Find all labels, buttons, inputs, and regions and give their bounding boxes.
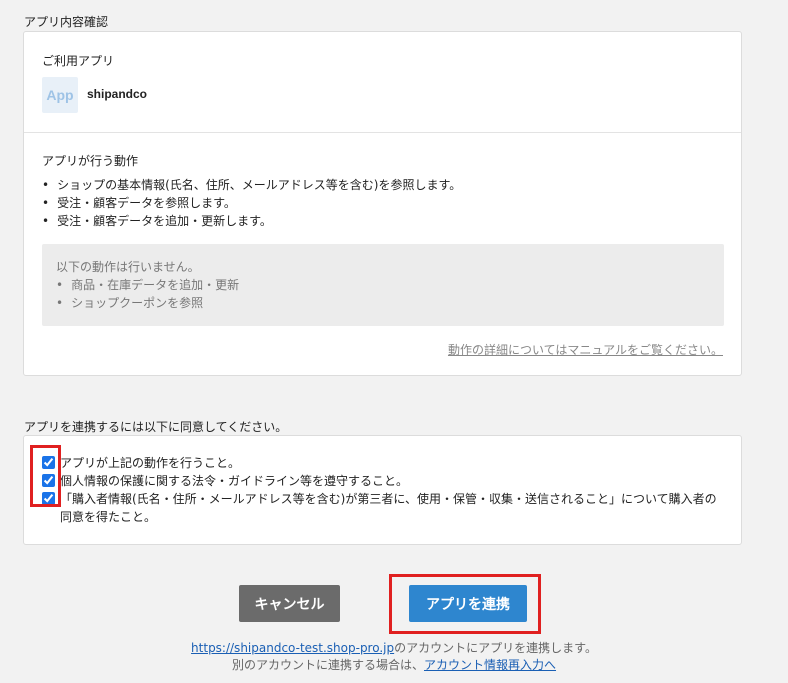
list-item: ショップの基本情報(氏名、住所、メールアドレス等を含む)を参照します。 — [42, 176, 461, 194]
agree-text-1: アプリが上記の動作を行うこと。 — [60, 456, 241, 470]
highlight-box-checkboxes — [30, 445, 61, 507]
manual-link[interactable]: 動作の詳細についてはマニュアルをご覧ください。 — [448, 341, 723, 358]
app-label: ご利用アプリ — [42, 54, 115, 68]
list-item: 受注・顧客データを追加・更新します。 — [42, 212, 461, 230]
not-performed-title: 以下の動作は行いません。 — [56, 260, 200, 274]
app-info-top: ご利用アプリ App shipandco — [24, 32, 741, 133]
not-performed-box: 以下の動作は行いません。 商品・在庫データを追加・更新 ショップクーポンを参照 — [42, 244, 724, 326]
section-title-app-confirm: アプリ内容確認 — [24, 15, 109, 29]
action-list: ショップの基本情報(氏名、住所、メールアドレス等を含む)を参照します。 受注・顧… — [42, 176, 461, 230]
reenter-account-link[interactable]: アカウント情報再入力へ — [424, 658, 556, 672]
highlight-box-link-button — [389, 574, 541, 634]
list-item: 商品・在庫データを追加・更新 — [56, 276, 710, 294]
footer-other-line: 別のアカウントに連携する場合は、アカウント情報再入力へ — [0, 656, 788, 673]
footer-account-line: https://shipandco-test.shop-pro.jpのアカウント… — [0, 639, 788, 656]
agree-text-3: 「購入者情報(氏名・住所・メールアドレス等を含む)が第三者に、使用・保管・収集・… — [60, 492, 717, 524]
list-item: 受注・顧客データを参照します。 — [42, 194, 461, 212]
app-icon: App — [42, 77, 78, 113]
agree-item-2[interactable]: 個人情報の保護に関する法令・ガイドライン等を遵守すること。 — [42, 472, 722, 490]
agree-item-3[interactable]: 「購入者情報(氏名・住所・メールアドレス等を含む)が第三者に、使用・保管・収集・… — [42, 490, 722, 526]
agreement-card: アプリが上記の動作を行うこと。 個人情報の保護に関する法令・ガイドライン等を遵守… — [23, 435, 742, 545]
app-info-card: ご利用アプリ App shipandco アプリが行う動作 ショップの基本情報(… — [23, 31, 742, 376]
account-url-link[interactable]: https://shipandco-test.shop-pro.jp — [191, 641, 394, 655]
cancel-button[interactable]: キャンセル — [239, 585, 340, 622]
agree-item-1[interactable]: アプリが上記の動作を行うこと。 — [42, 454, 722, 472]
agreement-title: アプリを連携するには以下に同意してください。 — [24, 420, 288, 434]
other-account-prefix: 別のアカウントに連携する場合は、 — [231, 658, 424, 672]
list-item: ショップクーポンを参照 — [56, 294, 710, 312]
agree-text-2: 個人情報の保護に関する法令・ガイドライン等を遵守すること。 — [60, 474, 409, 488]
account-text: のアカウントにアプリを連携します。 — [394, 641, 597, 655]
actions-label: アプリが行う動作 — [42, 154, 139, 168]
app-name: shipandco — [87, 87, 148, 101]
